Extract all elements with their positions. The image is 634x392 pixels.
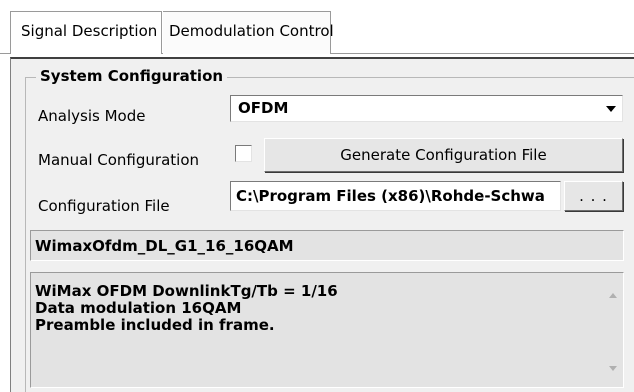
tab-demodulation-control[interactable]: Demodulation Control	[163, 11, 334, 54]
group-title: System Configuration	[36, 67, 228, 85]
description-line: WiMax OFDM DownlinkTg/Tb = 1/16	[35, 282, 338, 300]
configuration-description-box: WiMax OFDM DownlinkTg/Tb = 1/16 Data mod…	[30, 272, 624, 388]
generate-configuration-file-button[interactable]: Generate Configuration File	[264, 138, 623, 172]
scrollbar-arrows	[609, 293, 617, 371]
manual-configuration-label: Manual Configuration	[38, 151, 200, 169]
configuration-file-label: Configuration File	[38, 197, 170, 215]
description-line: Preamble included in frame.	[35, 316, 275, 334]
manual-configuration-checkbox[interactable]	[235, 145, 252, 162]
selected-configuration-text: WimaxOfdm_DL_G1_16_16QAM	[35, 237, 294, 255]
selected-configuration-name: WimaxOfdm_DL_G1_16_16QAM	[30, 230, 624, 261]
tab-label: Signal Description	[21, 22, 158, 40]
analysis-mode-value: OFDM	[238, 99, 289, 117]
analysis-mode-select[interactable]: OFDM	[230, 95, 623, 122]
generate-button-label: Generate Configuration File	[340, 146, 547, 164]
configuration-file-value: C:\Program Files (x86)\Rohde-Schwa	[236, 187, 545, 205]
description-line: Data modulation 16QAM	[35, 299, 242, 317]
description-scrollbar[interactable]	[604, 274, 622, 386]
dropdown-button[interactable]	[601, 97, 621, 120]
configuration-file-input[interactable]: C:\Program Files (x86)\Rohde-Schwa	[230, 181, 561, 211]
scroll-up-icon[interactable]	[609, 293, 617, 298]
scroll-down-icon[interactable]	[609, 366, 617, 371]
tab-signal-description[interactable]: Signal Description	[10, 11, 162, 54]
browse-button-label: . . .	[579, 187, 608, 205]
tab-label: Demodulation Control	[169, 22, 334, 40]
chevron-down-icon	[606, 106, 616, 112]
browse-button[interactable]: . . .	[564, 181, 623, 211]
analysis-mode-label: Analysis Mode	[38, 107, 146, 125]
